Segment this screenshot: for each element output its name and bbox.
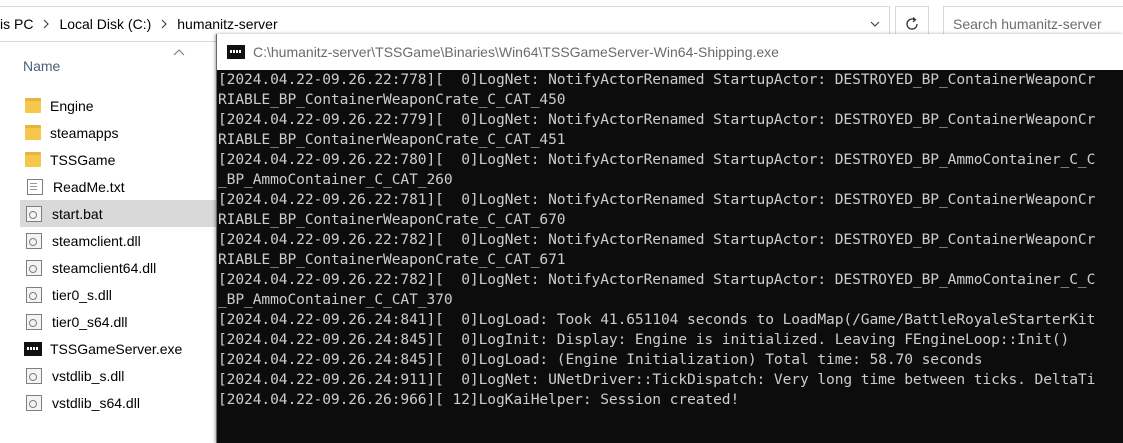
- console-titlebar[interactable]: C:\humanitz-server\TSSGame\Binaries\Win6…: [217, 34, 1123, 70]
- file-name: TSSGameServer.exe: [50, 340, 183, 357]
- log-line: [2024.04.22-09.26.22:782][ 0]LogNet: Not…: [218, 271, 1096, 288]
- folder-icon: [25, 98, 41, 113]
- file-name: Engine: [50, 97, 94, 114]
- file-item[interactable]: steamapps: [20, 119, 216, 146]
- log-line: [2024.04.22-09.26.22:780][ 0]LogNet: Not…: [218, 151, 1096, 168]
- name-column-header[interactable]: Name: [23, 58, 60, 74]
- log-line: [2024.04.22-09.26.24:911][ 0]LogNet: UNe…: [218, 371, 1096, 388]
- exe-file-icon: [24, 341, 42, 356]
- refresh-icon: [906, 17, 918, 30]
- log-line: RIABLE_BP_ContainerWeaponCrate_C_CAT_450: [218, 91, 566, 108]
- file-item[interactable]: vstdlib_s64.dll: [20, 389, 216, 416]
- chevron-right-icon[interactable]: [33, 19, 59, 29]
- log-line: [2024.04.22-09.26.26:966][ 12]LogKaiHelp…: [218, 391, 740, 408]
- file-item[interactable]: TSSGameServer.exe: [20, 335, 216, 362]
- file-item[interactable]: vstdlib_s.dll: [20, 362, 216, 389]
- file-item[interactable]: tier0_s64.dll: [20, 308, 216, 335]
- file-name: vstdlib_s.dll: [52, 367, 125, 384]
- file-item[interactable]: ReadMe.txt: [20, 173, 216, 200]
- file-name: tier0_s.dll: [52, 286, 112, 303]
- log-line: RIABLE_BP_ContainerWeaponCrate_C_CAT_451: [218, 131, 566, 148]
- console-output[interactable]: [2024.04.22-09.26.22:778][ 0]LogNet: Not…: [217, 70, 1123, 443]
- file-name: steamclient64.dll: [52, 259, 157, 276]
- log-line: [2024.04.22-09.26.22:781][ 0]LogNet: Not…: [218, 191, 1096, 208]
- file-item[interactable]: TSSGame: [20, 146, 216, 173]
- file-name: TSSGame: [50, 151, 116, 168]
- file-name: vstdlib_s64.dll: [52, 394, 140, 411]
- chevron-right-icon[interactable]: [151, 19, 177, 29]
- breadcrumb-local-disk[interactable]: Local Disk (C:): [59, 16, 151, 32]
- text-file-icon: [27, 178, 43, 195]
- file-name: steamapps: [50, 124, 119, 141]
- console-title: C:\humanitz-server\TSSGame\Binaries\Win6…: [253, 44, 779, 60]
- folder-icon: [25, 152, 41, 167]
- breadcrumb-humanitz-server[interactable]: humanitz-server: [177, 16, 277, 32]
- file-item[interactable]: steamclient.dll: [20, 227, 216, 254]
- log-line: RIABLE_BP_ContainerWeaponCrate_C_CAT_670: [218, 211, 566, 228]
- sort-ascending-icon[interactable]: [172, 48, 186, 58]
- file-list: Engine steamapps TSSGame ReadMe.txt start.ba…: [20, 92, 216, 416]
- file-name: start.bat: [52, 205, 103, 222]
- file-item[interactable]: steamclient64.dll: [20, 254, 216, 281]
- file-item[interactable]: start.bat: [20, 200, 216, 227]
- dll-file-icon: [26, 259, 42, 276]
- folder-icon: [25, 125, 41, 140]
- log-line: RIABLE_BP_ContainerWeaponCrate_C_CAT_671: [218, 251, 566, 268]
- file-item[interactable]: Engine: [20, 92, 216, 119]
- breadcrumb-this-pc[interactable]: is PC: [0, 16, 33, 32]
- log-line: [2024.04.22-09.26.22:779][ 0]LogNet: Not…: [218, 111, 1096, 128]
- dll-file-icon: [26, 394, 42, 411]
- console-app-icon: [227, 45, 245, 59]
- batch-file-icon: [26, 205, 42, 222]
- dll-file-icon: [26, 286, 42, 303]
- log-line: _BP_AmmoContainer_C_CAT_260: [218, 171, 453, 188]
- log-line: _BP_AmmoContainer_C_CAT_370: [218, 291, 453, 308]
- file-name: ReadMe.txt: [53, 178, 125, 195]
- console-window[interactable]: C:\humanitz-server\TSSGame\Binaries\Win6…: [216, 34, 1123, 443]
- log-line: [2024.04.22-09.26.24:845][ 0]LogLoad: (E…: [218, 351, 983, 368]
- file-name: steamclient.dll: [52, 232, 141, 249]
- log-line: [2024.04.22-09.26.22:778][ 0]LogNet: Not…: [218, 71, 1096, 88]
- file-item[interactable]: tier0_s.dll: [20, 281, 216, 308]
- log-line: [2024.04.22-09.26.24:841][ 0]LogLoad: To…: [218, 311, 1096, 328]
- dll-file-icon: [26, 313, 42, 330]
- dll-file-icon: [26, 367, 42, 384]
- file-name: tier0_s64.dll: [52, 313, 128, 330]
- log-line: [2024.04.22-09.26.24:845][ 0]LogInit: Di…: [218, 331, 1070, 348]
- log-line: [2024.04.22-09.26.22:782][ 0]LogNet: Not…: [218, 231, 1096, 248]
- dll-file-icon: [26, 232, 42, 249]
